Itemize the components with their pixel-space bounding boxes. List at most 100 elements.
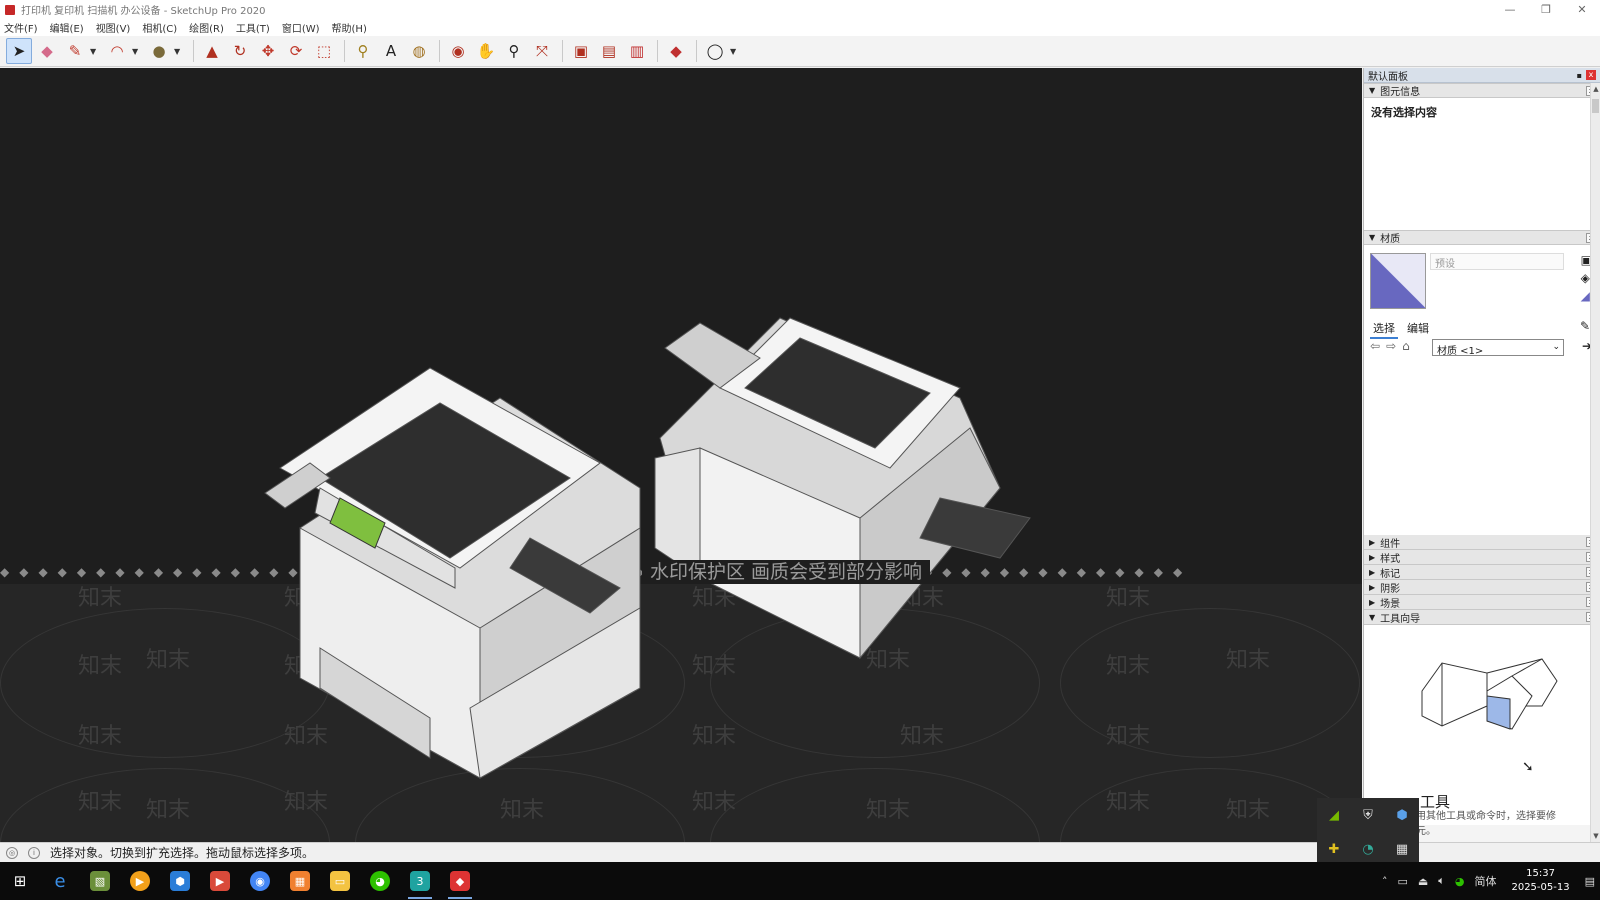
menu-draw[interactable]: 绘图(R) xyxy=(189,20,224,35)
app-icon: ▦ xyxy=(290,871,310,891)
restore-button[interactable]: ❐ xyxy=(1528,0,1564,19)
network-icon[interactable]: ▭ xyxy=(1397,875,1407,888)
model-scene xyxy=(264,317,1031,779)
panel-scrollbar[interactable]: ▲ ▼ xyxy=(1590,83,1600,842)
taskbar-wechat[interactable]: ◕ xyxy=(360,862,400,900)
menu-help[interactable]: 帮助(H) xyxy=(332,20,367,35)
tape-measure-icon[interactable]: ⚲ xyxy=(350,38,376,64)
usb-icon[interactable]: ⏏ xyxy=(1418,875,1428,888)
orbit-icon[interactable]: ◉ xyxy=(445,38,471,64)
taskbar-edge[interactable]: e xyxy=(40,862,80,900)
tab-edit[interactable]: 编辑 xyxy=(1404,319,1432,339)
warehouse-icon[interactable]: ▣ xyxy=(568,38,594,64)
menu-edit[interactable]: 编辑(E) xyxy=(50,20,84,35)
follow-me-icon[interactable]: ↻ xyxy=(227,38,253,64)
extension-warehouse-icon[interactable]: ▤ xyxy=(596,38,622,64)
menu-view[interactable]: 视图(V) xyxy=(96,20,131,35)
pin-icon[interactable]: ▪ xyxy=(1577,71,1582,80)
materials-title: 材质 xyxy=(1380,234,1401,245)
forward-icon[interactable]: ⇨ xyxy=(1386,339,1396,353)
material-swatch[interactable] xyxy=(1370,253,1426,309)
security-icon[interactable]: ⛨ xyxy=(1351,798,1385,832)
scroll-down-icon[interactable]: ▼ xyxy=(1591,832,1600,840)
taskbar-explorer[interactable]: ▭ xyxy=(320,862,360,900)
minimize-button[interactable]: — xyxy=(1492,0,1528,19)
move-icon[interactable]: ✥ xyxy=(255,38,281,64)
arc-dropdown-icon[interactable]: ▼ xyxy=(132,47,142,56)
instructor-header[interactable]: ▼ 工具向导 x xyxy=(1364,610,1600,625)
tray-overflow-popup: ◢ ⛨ ⬢ ✚ ◔ ▦ xyxy=(1317,798,1419,866)
account-dropdown-icon[interactable]: ▼ xyxy=(730,47,740,56)
account-icon[interactable]: ◯ xyxy=(702,38,728,64)
taskbar-3dsmax[interactable]: 3 xyxy=(400,862,440,900)
material-nav: ⇦ ⇨ ⌂ xyxy=(1370,339,1410,353)
pencil-dropdown-icon[interactable]: ▼ xyxy=(90,47,100,56)
expand-arrow-icon: ▶ xyxy=(1369,582,1376,592)
eyedropper-icon[interactable]: ✎ xyxy=(1580,319,1590,333)
material-library-select[interactable]: 材质 <1> ⌄ xyxy=(1432,339,1564,357)
grid-app-icon[interactable]: ▦ xyxy=(1385,832,1419,866)
menu-tools[interactable]: 工具(T) xyxy=(236,20,270,35)
push-pull-icon[interactable]: ▲ xyxy=(199,38,225,64)
entity-info-header[interactable]: ▼ 图元信息 x xyxy=(1364,83,1600,98)
tags-header[interactable]: ▶ 标记 x xyxy=(1364,565,1600,580)
shadows-header[interactable]: ▶ 阴影 x xyxy=(1364,580,1600,595)
zoom-extents-icon[interactable]: ⤧ xyxy=(529,38,555,64)
model-viewport[interactable]: 知末 知末 知末 知末 知末 知末 知末 知末 知末 知末 知末 知末 知末 知… xyxy=(0,68,1362,842)
taskbar-sketchup[interactable]: ◆ xyxy=(440,862,480,900)
wechat-tray-icon[interactable]: ◕ xyxy=(1455,875,1465,888)
select-icon[interactable]: ➤ xyxy=(6,38,32,64)
taskbar-photo[interactable]: ▧ xyxy=(80,862,120,900)
layout-icon[interactable]: ▥ xyxy=(624,38,650,64)
close-button[interactable]: ✕ xyxy=(1564,0,1600,19)
ime-indicator[interactable]: 简体 xyxy=(1474,873,1496,889)
chevron-up-icon[interactable]: ˄ xyxy=(1382,875,1388,888)
rotate-icon[interactable]: ⟳ xyxy=(283,38,309,64)
menu-window[interactable]: 窗口(W) xyxy=(282,20,320,35)
ruby-icon[interactable]: ◆ xyxy=(663,38,689,64)
scenes-header[interactable]: ▶ 场景 x xyxy=(1364,595,1600,610)
taskbar-store[interactable]: ▶ xyxy=(200,862,240,900)
material-name-field[interactable]: 预设 xyxy=(1430,253,1564,270)
scroll-up-icon[interactable]: ▲ xyxy=(1591,85,1600,93)
text-icon[interactable]: A xyxy=(378,38,404,64)
shield-icon[interactable]: ⬢ xyxy=(1385,798,1419,832)
geolocation-icon[interactable]: ◎ xyxy=(6,846,18,859)
taskbar-shield[interactable]: ⬢ xyxy=(160,862,200,900)
taskbar-app-orange[interactable]: ▦ xyxy=(280,862,320,900)
tab-select[interactable]: 选择 xyxy=(1370,319,1398,339)
volume-icon[interactable]: 🔈︎ xyxy=(1438,874,1445,888)
back-icon[interactable]: ⇦ xyxy=(1370,339,1380,353)
pencil-icon[interactable]: ✎ xyxy=(62,38,88,64)
windows-start-icon[interactable]: ⊞ xyxy=(0,862,40,900)
notification-icon[interactable]: ▤ xyxy=(1585,875,1595,888)
shape-dropdown-icon[interactable]: ▼ xyxy=(174,47,184,56)
nvidia-icon[interactable]: ◢ xyxy=(1317,798,1351,832)
clock-time: 15:37 xyxy=(1526,868,1555,879)
network-app-icon[interactable]: ◔ xyxy=(1351,832,1385,866)
scale-icon[interactable]: ⬚ xyxy=(311,38,337,64)
taskbar-chrome[interactable]: ◉ xyxy=(240,862,280,900)
pan-icon[interactable]: ✋ xyxy=(473,38,499,64)
taskbar-media[interactable]: ▶ xyxy=(120,862,160,900)
section-label: 组件 xyxy=(1380,538,1401,550)
close-icon[interactable]: x xyxy=(1586,70,1596,80)
styles-header[interactable]: ▶ 样式 x xyxy=(1364,550,1600,565)
window-title: 打印机 复印机 扫描机 办公设备 - SketchUp Pro 2020 xyxy=(21,6,266,17)
scroll-thumb[interactable] xyxy=(1592,99,1599,113)
clock[interactable]: 15:37 2025-05-13 xyxy=(1511,867,1569,895)
components-header[interactable]: ▶ 组件 x xyxy=(1364,535,1600,550)
zoom-icon[interactable]: ⚲ xyxy=(501,38,527,64)
shape-icon[interactable]: ● xyxy=(146,38,172,64)
eraser-icon[interactable]: ◆ xyxy=(34,38,60,64)
home-icon[interactable]: ⌂ xyxy=(1402,339,1410,353)
collapse-arrow-icon: ▼ xyxy=(1369,86,1376,95)
credits-icon[interactable]: i xyxy=(28,846,40,859)
menu-file[interactable]: 文件(F) xyxy=(4,20,38,35)
materials-header[interactable]: ▼ 材质 x xyxy=(1364,230,1600,245)
paint-bucket-icon[interactable]: ◍ xyxy=(406,38,432,64)
toolbar-separator xyxy=(562,40,563,62)
menu-camera[interactable]: 相机(C) xyxy=(142,20,177,35)
update-icon[interactable]: ✚ xyxy=(1317,832,1351,866)
arc-icon[interactable]: ◠ xyxy=(104,38,130,64)
